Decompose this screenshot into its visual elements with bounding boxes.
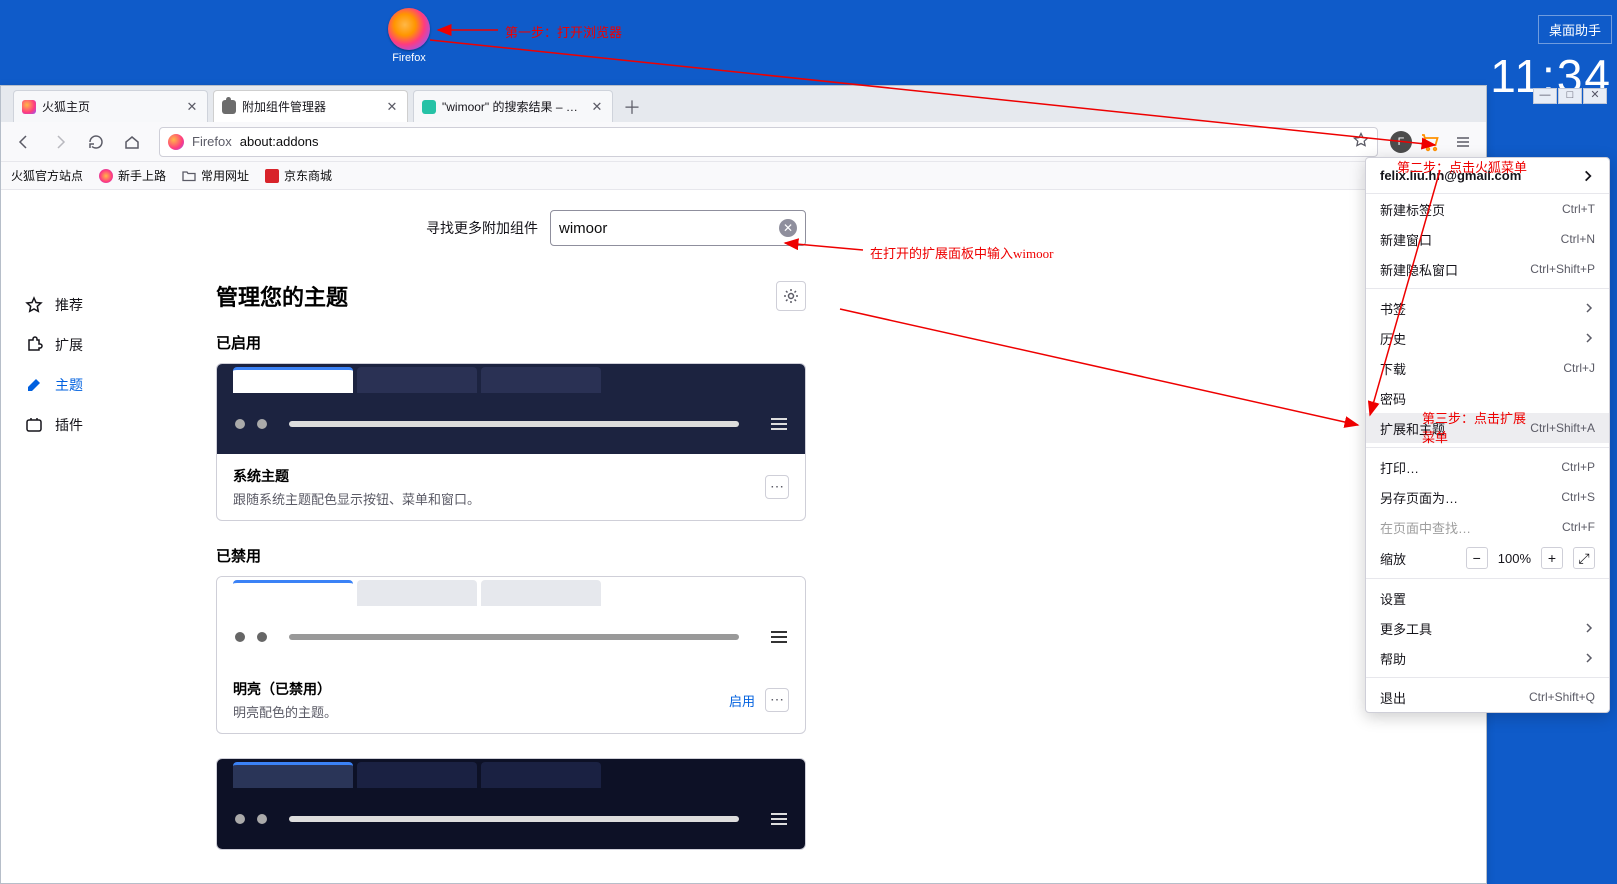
- menu-newprivate[interactable]: 新建隐私窗口Ctrl+Shift+P: [1366, 254, 1609, 284]
- theme-preview: [217, 759, 805, 849]
- enable-button[interactable]: 启用: [729, 691, 755, 710]
- star-icon: [25, 296, 43, 314]
- section-enabled: 已启用: [216, 332, 806, 353]
- theme-card-light: 明亮（已禁用） 明亮配色的主题。 启用 ⋯: [216, 576, 806, 734]
- bookmark-star-icon[interactable]: [1353, 132, 1369, 151]
- tab-wimoor-search[interactable]: "wimoor" 的搜索结果 – Firef... ✕: [413, 90, 613, 122]
- menu-zoom: 缩放−100%+⤢: [1366, 542, 1609, 574]
- window-minimize-button[interactable]: —: [1533, 88, 1557, 104]
- addons-main: 寻找更多附加组件 ✕ 管理您的主题 已启用 系统主题: [206, 190, 846, 883]
- window-controls: — □ ✕: [1533, 88, 1607, 104]
- fullscreen-button[interactable]: ⤢: [1573, 547, 1595, 569]
- cart-icon[interactable]: [1420, 132, 1440, 152]
- jd-icon: [265, 169, 279, 183]
- firefox-logo-icon: [388, 8, 430, 50]
- annotation-step2: 第二步：点击火狐菜单: [1397, 157, 1527, 176]
- menu-saveas[interactable]: 另存页面为…Ctrl+S: [1366, 482, 1609, 512]
- plugin-icon: [25, 416, 43, 434]
- addons-content: 推荐 扩展 主题 插件 寻找更多附加组件 ✕ 管理您的主题 已启用: [1, 190, 1486, 883]
- theme-card-dark: [216, 758, 806, 850]
- firefox-identity-icon: [168, 134, 184, 150]
- puzzle-favicon-icon: [222, 100, 236, 114]
- menu-bookmarks[interactable]: 书签: [1366, 293, 1609, 323]
- menu-moretools[interactable]: 更多工具: [1366, 613, 1609, 643]
- menu-quit[interactable]: 退出Ctrl+Shift+Q: [1366, 682, 1609, 712]
- close-tab-icon[interactable]: ✕: [185, 99, 199, 115]
- theme-more-button[interactable]: ⋯: [765, 475, 789, 499]
- tab-bar: 火狐主页 ✕ 附加组件管理器 ✕ "wimoor" 的搜索结果 – Firef.…: [1, 86, 1486, 122]
- sidebar-recommend[interactable]: 推荐: [19, 285, 196, 325]
- url-bar[interactable]: Firefox about:addons: [159, 127, 1378, 157]
- annotation-step3: 第三步：点击扩展菜单: [1422, 408, 1527, 446]
- menu-settings[interactable]: 设置: [1366, 583, 1609, 613]
- page-title: 管理您的主题: [216, 280, 776, 312]
- addons-sidebar: 推荐 扩展 主题 插件: [1, 190, 206, 883]
- chevron-right-icon: [1583, 652, 1595, 664]
- menu-downloads[interactable]: 下载Ctrl+J: [1366, 353, 1609, 383]
- sidebar-themes[interactable]: 主题: [19, 365, 196, 405]
- desktop-icon-label: Firefox: [385, 52, 433, 64]
- theme-card-system: 系统主题 跟随系统主题配色显示按钮、菜单和窗口。 ⋯: [216, 363, 806, 521]
- desktop-firefox-icon[interactable]: Firefox: [385, 8, 433, 64]
- tab-addons-manager[interactable]: 附加组件管理器 ✕: [213, 90, 408, 122]
- newtab-button[interactable]: ＋: [618, 94, 646, 122]
- chevron-right-icon: [1583, 302, 1595, 314]
- gear-button[interactable]: [776, 281, 806, 311]
- sidebar-extensions[interactable]: 扩展: [19, 325, 196, 365]
- menu-newtab[interactable]: 新建标签页Ctrl+T: [1366, 194, 1609, 224]
- chevron-right-icon: [1583, 622, 1595, 634]
- addon-search-input[interactable]: ✕: [550, 210, 806, 246]
- nav-forward-button[interactable]: [45, 127, 75, 157]
- menu-print[interactable]: 打印…Ctrl+P: [1366, 452, 1609, 482]
- theme-name: 明亮（已禁用）: [233, 679, 719, 699]
- nav-reload-button[interactable]: [81, 127, 111, 157]
- window-maximize-button[interactable]: □: [1558, 88, 1582, 104]
- clear-icon[interactable]: ✕: [779, 219, 797, 237]
- account-avatar[interactable]: F: [1390, 131, 1412, 153]
- menu-find: 在页面中查找…Ctrl+F: [1366, 512, 1609, 542]
- puzzle-icon: [25, 336, 43, 354]
- bookmarks-bar: 火狐官方站点 新手上路 常用网址 京东商城: [1, 162, 1486, 190]
- menu-help[interactable]: 帮助: [1366, 643, 1609, 673]
- sidebar-plugins[interactable]: 插件: [19, 405, 196, 445]
- nav-bar: Firefox about:addons F: [1, 122, 1486, 162]
- bookmark-item[interactable]: 常用网址: [182, 167, 249, 184]
- theme-preview: [217, 364, 805, 454]
- chevron-right-icon: [1583, 332, 1595, 344]
- tab-firefox-home[interactable]: 火狐主页 ✕: [13, 90, 208, 122]
- firefox-favicon-icon: [22, 100, 36, 114]
- nav-back-button[interactable]: [9, 127, 39, 157]
- theme-more-button[interactable]: ⋯: [765, 688, 789, 712]
- app-menu-button[interactable]: [1448, 127, 1478, 157]
- bookmark-item[interactable]: 京东商城: [265, 167, 332, 184]
- theme-name: 系统主题: [233, 466, 755, 486]
- nav-home-button[interactable]: [117, 127, 147, 157]
- section-disabled: 已禁用: [216, 545, 806, 566]
- zoom-out-button[interactable]: −: [1466, 547, 1488, 569]
- firefox-favicon-icon: [99, 169, 113, 183]
- annotation-step1: 第一步：打开浏览器: [505, 22, 622, 41]
- folder-icon: [182, 169, 196, 183]
- firefox-window: 火狐主页 ✕ 附加组件管理器 ✕ "wimoor" 的搜索结果 – Firef.…: [0, 85, 1487, 884]
- close-tab-icon[interactable]: ✕: [385, 99, 399, 115]
- search-label: 寻找更多附加组件: [426, 218, 538, 238]
- menu-newwindow[interactable]: 新建窗口Ctrl+N: [1366, 224, 1609, 254]
- bookmark-item[interactable]: 新手上路: [99, 167, 166, 184]
- close-tab-icon[interactable]: ✕: [590, 99, 604, 115]
- window-close-button[interactable]: ✕: [1583, 88, 1607, 104]
- annotation-step3-input: 在打开的扩展面板中输入wimoor: [870, 243, 1053, 262]
- zoom-in-button[interactable]: +: [1541, 547, 1563, 569]
- theme-desc: 跟随系统主题配色显示按钮、菜单和窗口。: [233, 489, 755, 508]
- brush-icon: [25, 376, 43, 394]
- bookmark-item[interactable]: 火狐官方站点: [11, 167, 83, 184]
- theme-desc: 明亮配色的主题。: [233, 702, 719, 721]
- desktop-helper-label: 桌面助手: [1538, 15, 1612, 44]
- menu-history[interactable]: 历史: [1366, 323, 1609, 353]
- wimoor-favicon-icon: [422, 100, 436, 114]
- theme-preview: [217, 577, 805, 667]
